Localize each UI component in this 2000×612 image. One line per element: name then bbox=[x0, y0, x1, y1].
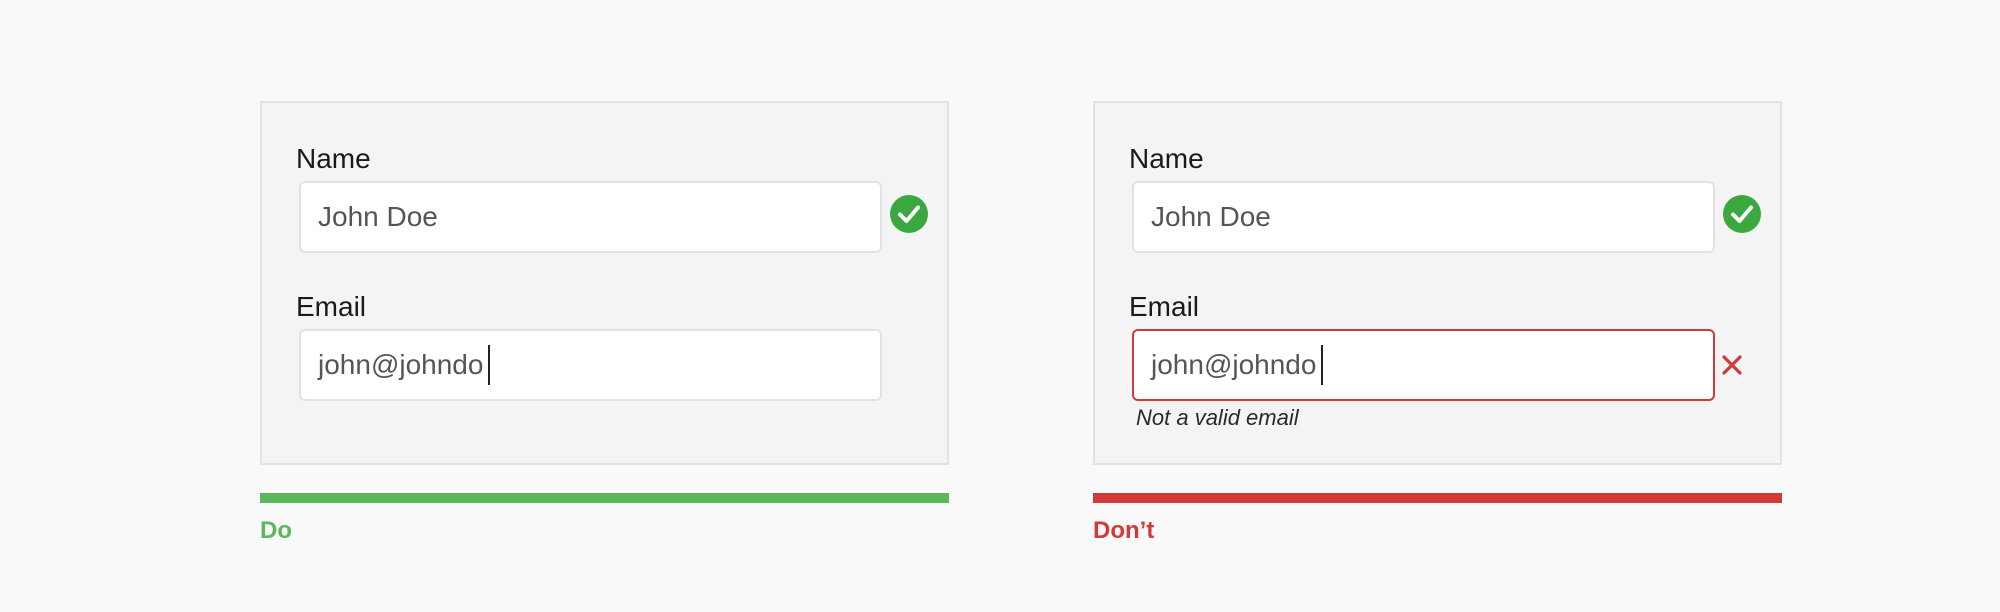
name-input-value: John Doe bbox=[318, 201, 438, 232]
check-circle-icon bbox=[1723, 195, 1761, 233]
form-panel: Name John Doe Email john@johndo bbox=[260, 101, 949, 465]
email-input-value: john@johndo bbox=[1151, 349, 1317, 380]
dont-indicator-bar bbox=[1093, 493, 1782, 503]
email-input[interactable]: john@johndo bbox=[1132, 329, 1715, 401]
dont-label: Don’t bbox=[1093, 517, 1155, 544]
email-error-message: Not a valid email bbox=[1136, 405, 1299, 430]
name-input-value: John Doe bbox=[1151, 201, 1271, 232]
email-label: Email bbox=[1129, 291, 1200, 322]
form-panel: Name John Doe Email john@johndo Not a va… bbox=[1093, 101, 1782, 465]
do-indicator-bar bbox=[260, 493, 949, 503]
email-input[interactable]: john@johndo bbox=[299, 329, 882, 401]
do-example: Name John Doe Email john@johndo Do bbox=[260, 101, 949, 544]
name-input[interactable]: John Doe bbox=[1132, 181, 1715, 253]
name-label: Name bbox=[1129, 143, 1204, 174]
name-label: Name bbox=[296, 143, 371, 174]
close-icon bbox=[1722, 355, 1742, 375]
text-cursor bbox=[1321, 345, 1324, 385]
dont-example: Name John Doe Email john@johndo Not a va… bbox=[1093, 101, 1782, 544]
do-label: Do bbox=[260, 517, 292, 544]
email-input-value: john@johndo bbox=[318, 349, 484, 380]
name-input[interactable]: John Doe bbox=[299, 181, 882, 253]
check-circle-icon bbox=[890, 195, 928, 233]
text-cursor bbox=[488, 345, 491, 385]
email-label: Email bbox=[296, 291, 367, 322]
